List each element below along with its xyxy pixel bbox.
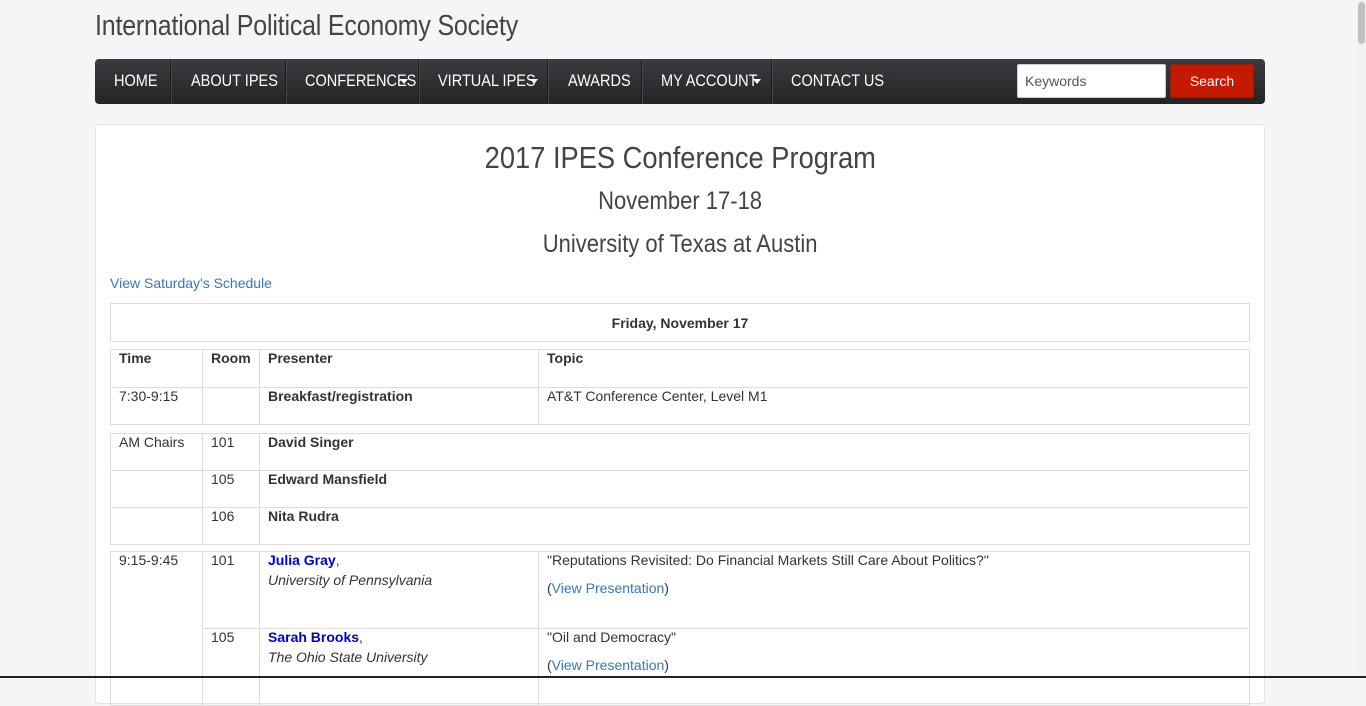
nav-virtual-ipes[interactable]: VIRTUAL IPES — [419, 59, 548, 104]
chairs-label: AM Chairs — [110, 433, 203, 471]
session-table: 9:15-9:45 101 Julia Gray, University of … — [110, 551, 1250, 706]
presenter-affiliation: University of Pennsylvania — [268, 572, 433, 588]
session-time: 9:15-9:45 — [110, 551, 203, 706]
chair-name: Edward Mansfield — [259, 470, 1250, 508]
site-title[interactable]: International Political Economy Society — [95, 10, 518, 43]
presenter-link[interactable]: Julia Gray — [268, 552, 336, 568]
chair-name: Nita Rudra — [259, 507, 1250, 545]
am-chairs-table: AM Chairs 101 David Singer 105 Edward Ma… — [110, 433, 1250, 545]
search-input[interactable] — [1017, 64, 1166, 98]
conference-venue: University of Texas at Austin — [542, 230, 818, 258]
nav-awards-label: AWARDS — [568, 72, 631, 90]
chair-name: David Singer — [259, 433, 1250, 471]
chevron-down-icon — [530, 79, 538, 84]
nav-my-account-label: MY ACCOUNT — [661, 72, 758, 90]
presentation-line: (View Presentation) — [547, 580, 669, 596]
breakfast-time: 7:30-9:15 — [110, 387, 203, 425]
talk-presenter: Sarah Brooks, The Ohio State University — [259, 628, 539, 706]
talk-room: 101 — [202, 551, 260, 629]
breakfast-presenter: Breakfast/registration — [259, 387, 539, 425]
nav-home[interactable]: HOME — [95, 59, 171, 104]
column-header-room: Room — [202, 349, 260, 388]
column-header-time: Time — [110, 349, 203, 388]
content-panel: 2017 IPES Conference Program November 17… — [95, 124, 1265, 706]
nav-my-account[interactable]: MY ACCOUNT — [642, 59, 772, 104]
schedule-header-table: Time Room Presenter Topic — [110, 349, 1250, 388]
column-header-topic: Topic — [538, 349, 1250, 388]
table-row: AM Chairs 101 David Singer — [110, 433, 1250, 471]
column-header-presenter: Presenter — [259, 349, 539, 388]
search-button[interactable]: Search — [1170, 64, 1254, 98]
table-row: 105 Edward Mansfield — [110, 470, 1250, 508]
view-presentation-link[interactable]: View Presentation — [552, 657, 665, 673]
table-row: 9:15-9:45 101 Julia Gray, University of … — [110, 551, 1250, 706]
talk-room: 105 — [202, 628, 260, 706]
chair-room: 101 — [202, 433, 260, 471]
conference-dates: November 17-18 — [598, 187, 762, 215]
page-title: 2017 IPES Conference Program — [484, 140, 876, 175]
chairs-empty-cell — [110, 507, 203, 545]
page-scrollbar[interactable] — [1357, 0, 1366, 678]
chair-room: 105 — [202, 470, 260, 508]
breakfast-table: 7:30-9:15 Breakfast/registration AT&T Co… — [110, 387, 1250, 425]
presenter-link[interactable]: Sarah Brooks — [268, 629, 359, 645]
table-row: 7:30-9:15 Breakfast/registration AT&T Co… — [110, 387, 1250, 425]
presentation-line: (View Presentation) — [547, 657, 669, 673]
day-label: Friday, November 17 — [110, 303, 1250, 342]
talk-title: "Oil and Democracy" — [547, 629, 676, 645]
chairs-empty-cell — [110, 470, 203, 508]
table-row: 105 Sarah Brooks, The Ohio State Univers… — [111, 628, 1250, 706]
breakfast-room — [202, 387, 260, 425]
nav-contact-label: CONTACT US — [791, 72, 885, 90]
chair-room: 106 — [202, 507, 260, 545]
nav-virtual-ipes-label: VIRTUAL IPES — [438, 72, 536, 90]
nav-awards[interactable]: AWARDS — [548, 59, 642, 104]
chevron-down-icon — [400, 79, 408, 84]
talk-topic: "Oil and Democracy" (View Presentation) — [538, 628, 1250, 706]
breakfast-topic: AT&T Conference Center, Level M1 — [538, 387, 1250, 425]
table-row: 106 Nita Rudra — [110, 507, 1250, 545]
presenter-affiliation: The Ohio State University — [268, 649, 428, 665]
talk-title: "Reputations Revisited: Do Financial Mar… — [547, 552, 989, 568]
scrollbar-thumb[interactable] — [1358, 2, 1365, 44]
nav-about-label: ABOUT IPES — [191, 72, 278, 90]
talk-topic: "Reputations Revisited: Do Financial Mar… — [538, 551, 1250, 629]
day-header-table: Friday, November 17 — [110, 303, 1250, 342]
main-navbar: HOME ABOUT IPES CONFERENCES VIRTUAL IPES… — [95, 59, 1265, 104]
talk-presenter: Julia Gray, University of Pennsylvania — [259, 551, 539, 629]
nav-contact[interactable]: CONTACT US — [772, 59, 885, 104]
nav-about[interactable]: ABOUT IPES — [171, 59, 286, 104]
view-presentation-link[interactable]: View Presentation — [552, 580, 665, 596]
chevron-down-icon — [753, 79, 761, 84]
nav-home-label: HOME — [114, 72, 158, 90]
saturday-schedule-link[interactable]: View Saturday's Schedule — [110, 275, 272, 291]
nav-conferences[interactable]: CONFERENCES — [286, 59, 419, 104]
